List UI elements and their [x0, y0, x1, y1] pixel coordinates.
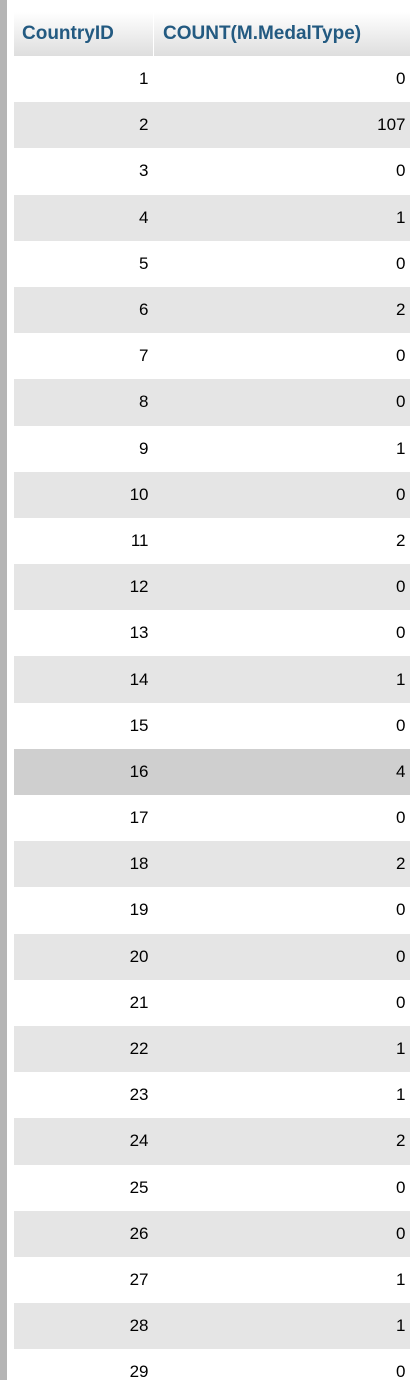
cell-countryid: 23 — [14, 1072, 154, 1119]
cell-countryid: 25 — [14, 1164, 154, 1211]
cell-countryid: 3 — [14, 148, 154, 195]
table-row[interactable]: 15 0 — [14, 702, 410, 749]
table-row[interactable]: 10 — [14, 56, 410, 103]
cell-medal-count: 1 — [153, 1256, 410, 1304]
cell-countryid: 22 — [14, 1025, 154, 1073]
table-row[interactable]: 28 1 — [14, 1303, 410, 1350]
table-row[interactable]: 17 0 — [14, 795, 410, 842]
cell-countryid: 17 — [14, 795, 154, 842]
cell-countryid: 6 — [14, 286, 154, 334]
cell-medal-count: 2 — [153, 841, 410, 888]
table-row[interactable]: 80 — [14, 379, 410, 426]
table-row[interactable]: 25 0 — [14, 1164, 410, 1211]
table-row[interactable]: 21 0 — [14, 979, 410, 1026]
cell-countryid: 20 — [14, 933, 154, 980]
cell-countryid: 15 — [14, 702, 154, 749]
cell-countryid: 9 — [14, 425, 154, 472]
cell-countryid: 8 — [14, 379, 154, 426]
table-row[interactable]: 14 1 — [14, 656, 410, 703]
table-row[interactable]: 12 0 — [14, 564, 410, 611]
table-row[interactable]: 91 — [14, 425, 410, 472]
cell-medal-count: 1 — [153, 425, 410, 472]
cell-medal-count: 0 — [153, 1164, 410, 1211]
cell-countryid: 2 — [14, 102, 154, 149]
column-header-count-medaltype[interactable]: COUNT(M.MedalType) — [153, 12, 410, 56]
table-row[interactable]: 50 — [14, 240, 410, 287]
table-row[interactable]: 70 — [14, 333, 410, 380]
cell-medal-count: 2 — [153, 286, 410, 334]
cell-countryid: 16 — [14, 748, 154, 795]
cell-countryid: 24 — [14, 1118, 154, 1165]
table-row[interactable]: 11 2 — [14, 517, 410, 565]
cell-medal-count: 0 — [153, 333, 410, 380]
header-row: CountryID COUNT(M.MedalType) — [14, 12, 410, 56]
cell-countryid: 10 — [14, 471, 154, 518]
cell-countryid: 19 — [14, 887, 154, 934]
table-row[interactable]: 22 1 — [14, 1025, 410, 1073]
cell-medal-count: 1 — [153, 1025, 410, 1073]
cell-medal-count: 0 — [153, 933, 410, 980]
table-row[interactable]: 29 0 — [14, 1349, 410, 1380]
table-row[interactable]: 24 2 — [14, 1118, 410, 1165]
cell-medal-count: 1 — [153, 1072, 410, 1119]
cell-countryid: 14 — [14, 656, 154, 703]
table-row[interactable]: 26 0 — [14, 1210, 410, 1257]
cell-countryid: 29 — [14, 1349, 154, 1380]
table-row[interactable]: 41 — [14, 194, 410, 241]
table-header: CountryID COUNT(M.MedalType) — [14, 12, 410, 56]
cell-medal-count: 0 — [153, 471, 410, 518]
table-row[interactable]: 20 0 — [14, 933, 410, 980]
cell-medal-count: 4 — [153, 748, 410, 795]
table-row[interactable]: 23 1 — [14, 1072, 410, 1119]
cell-countryid: 28 — [14, 1303, 154, 1350]
table-row[interactable]: 13 0 — [14, 610, 410, 657]
results-grid: CountryID COUNT(M.MedalType) 1 0 2 107 3 0 4 1 5… — [14, 12, 410, 1380]
results-panel: CountryID COUNT(M.MedalType) 1 0 2 107 3 0 4 1 5… — [0, 0, 410, 1380]
table-row[interactable]: 27 1 — [14, 1256, 410, 1304]
cell-medal-count: 1 — [153, 194, 410, 241]
table-row[interactable]: 30 — [14, 148, 410, 195]
cell-medal-count: 0 — [153, 979, 410, 1026]
cell-medal-count: 0 — [153, 564, 410, 611]
cell-medal-count: 0 — [153, 795, 410, 842]
cell-countryid: 13 — [14, 610, 154, 657]
cell-medal-count: 0 — [153, 1210, 410, 1257]
cell-medal-count: 0 — [153, 240, 410, 287]
cell-countryid: 21 — [14, 979, 154, 1026]
results-table: CountryID COUNT(M.MedalType) 1 0 2 107 3 0 4 1 5… — [14, 12, 410, 1380]
cell-countryid: 5 — [14, 240, 154, 287]
cell-medal-count: 1 — [153, 1303, 410, 1350]
cell-countryid: 11 — [14, 517, 154, 565]
cell-medal-count: 0 — [153, 702, 410, 749]
cell-medal-count: 2 — [153, 1118, 410, 1165]
cell-medal-count: 107 — [153, 102, 410, 149]
column-header-countryid[interactable]: CountryID — [14, 12, 154, 56]
cell-medal-count: 2 — [153, 517, 410, 565]
cell-medal-count: 0 — [153, 379, 410, 426]
table-row[interactable]: 16 4 — [14, 748, 410, 795]
table-row[interactable]: 18 2 — [14, 841, 410, 888]
cell-countryid: 18 — [14, 841, 154, 888]
cell-countryid: 1 — [14, 56, 154, 103]
cell-medal-count: 0 — [153, 887, 410, 934]
table-body: 1 0 2 107 3 0 4 1 5 0 6 2 7 0 8 0 9 1 10 0 11 2 12 0 13 0 14 1 15 0 16… — [14, 56, 410, 1380]
table-row[interactable]: 10 0 — [14, 471, 410, 518]
cell-medal-count: 0 — [153, 148, 410, 195]
cell-medal-count: 0 — [153, 56, 410, 103]
cell-countryid: 4 — [14, 194, 154, 241]
cell-countryid: 12 — [14, 564, 154, 611]
cell-medal-count: 0 — [153, 1349, 410, 1380]
cell-countryid: 26 — [14, 1210, 154, 1257]
table-row[interactable]: 19 0 — [14, 887, 410, 934]
cell-medal-count: 0 — [153, 610, 410, 657]
cell-countryid: 27 — [14, 1256, 154, 1304]
cell-countryid: 7 — [14, 333, 154, 380]
table-row[interactable]: 2 107 — [14, 102, 410, 149]
cell-medal-count: 1 — [153, 656, 410, 703]
table-row[interactable]: 62 — [14, 286, 410, 334]
panel-left-border — [0, 0, 7, 1380]
